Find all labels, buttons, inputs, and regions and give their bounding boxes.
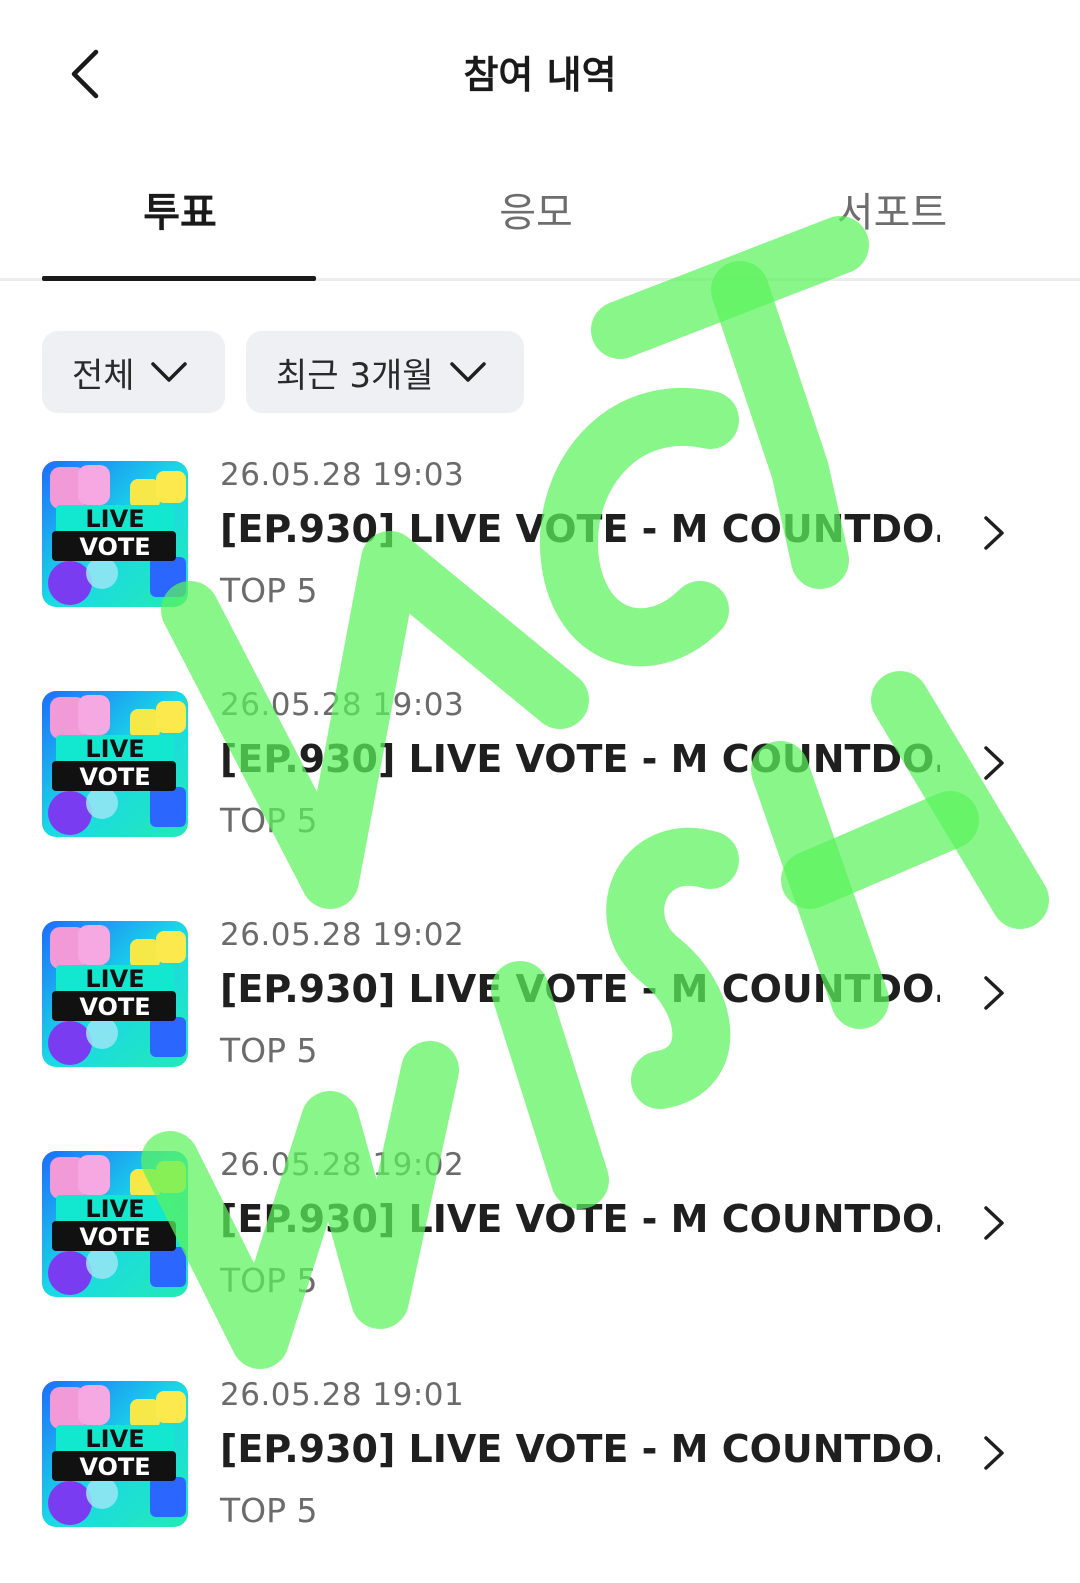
item-rank: TOP 5 [220, 571, 318, 610]
filter-period-dropdown[interactable]: 최근 3개월 [246, 331, 524, 413]
item-title: [EP.930] LIVE VOTE - M COUNTDO... [220, 737, 940, 781]
list-item[interactable]: LIVE VOTE 26.05.28 19:02 [EP.930] LIVE VOTE… [0, 915, 1080, 1075]
item-rank: TOP 5 [220, 1031, 318, 1070]
thumbnail-text-live: LIVE [85, 965, 145, 993]
thumbnail-text-live: LIVE [85, 1425, 145, 1453]
chevron-right-icon[interactable] [978, 513, 1008, 553]
filter-period-label: 최근 3개월 [276, 355, 434, 396]
list-item[interactable]: LIVE VOTE 26.05.28 19:02 [EP.930] LIVE VOTE… [0, 1145, 1080, 1305]
filter-type-dropdown[interactable]: 전체 [42, 331, 225, 413]
thumbnail-text-live: LIVE [85, 1195, 145, 1223]
list-item[interactable]: LIVE VOTE 26.05.28 19:03 [EP.930] LIVE VOTE… [0, 685, 1080, 845]
live-vote-thumbnail: LIVE VOTE [42, 1381, 188, 1527]
list-item[interactable]: LIVE VOTE 26.05.28 19:01 [EP.930] LIVE VOTE… [0, 1375, 1080, 1535]
item-date: 26.05.28 19:02 [220, 1147, 465, 1183]
chevron-right-icon[interactable] [978, 743, 1008, 783]
item-title: [EP.930] LIVE VOTE - M COUNTDO... [220, 1197, 940, 1241]
active-tab-indicator [42, 276, 316, 281]
live-vote-thumbnail: LIVE VOTE [42, 691, 188, 837]
item-date: 26.05.28 19:01 [220, 1377, 465, 1413]
item-title: [EP.930] LIVE VOTE - M COUNTDO... [220, 967, 940, 1011]
chevron-right-icon[interactable] [978, 1203, 1008, 1243]
item-date: 26.05.28 19:03 [220, 457, 465, 493]
item-title: [EP.930] LIVE VOTE - M COUNTDO... [220, 507, 940, 551]
item-date: 26.05.28 19:03 [220, 687, 465, 723]
chevron-down-icon [449, 362, 486, 382]
tab-vote[interactable]: 투표 [0, 180, 360, 238]
tab-support[interactable]: 서포트 [712, 180, 1072, 238]
item-rank: TOP 5 [220, 1491, 318, 1530]
item-rank: TOP 5 [220, 801, 318, 840]
item-date: 26.05.28 19:02 [220, 917, 465, 953]
thumbnail-text-vote: VOTE [79, 1453, 151, 1481]
thumbnail-text-vote: VOTE [79, 533, 151, 561]
filter-type-label: 전체 [72, 355, 135, 396]
live-vote-thumbnail: LIVE VOTE [42, 461, 188, 607]
chevron-down-icon [150, 362, 187, 382]
thumbnail-text-vote: VOTE [79, 763, 151, 791]
tab-entry[interactable]: 응모 [356, 180, 716, 238]
thumbnail-text-vote: VOTE [79, 1223, 151, 1251]
chevron-right-icon[interactable] [978, 1433, 1008, 1473]
live-vote-thumbnail: LIVE VOTE [42, 1151, 188, 1297]
thumbnail-text-live: LIVE [85, 505, 145, 533]
chevron-right-icon[interactable] [978, 973, 1008, 1013]
item-title: [EP.930] LIVE VOTE - M COUNTDO... [220, 1427, 940, 1471]
item-rank: TOP 5 [220, 1261, 318, 1300]
page-title: 참여 내역 [463, 53, 617, 97]
thumbnail-text-vote: VOTE [79, 993, 151, 1021]
tab-bar: 투표 응모 서포트 [0, 170, 1080, 281]
list-item[interactable]: LIVE VOTE 26.05.28 19:03 [EP.930] LIVE VOTE… [0, 455, 1080, 615]
header: 참여 내역 [0, 0, 1080, 150]
live-vote-thumbnail: LIVE VOTE [42, 921, 188, 1067]
thumbnail-text-live: LIVE [85, 735, 145, 763]
